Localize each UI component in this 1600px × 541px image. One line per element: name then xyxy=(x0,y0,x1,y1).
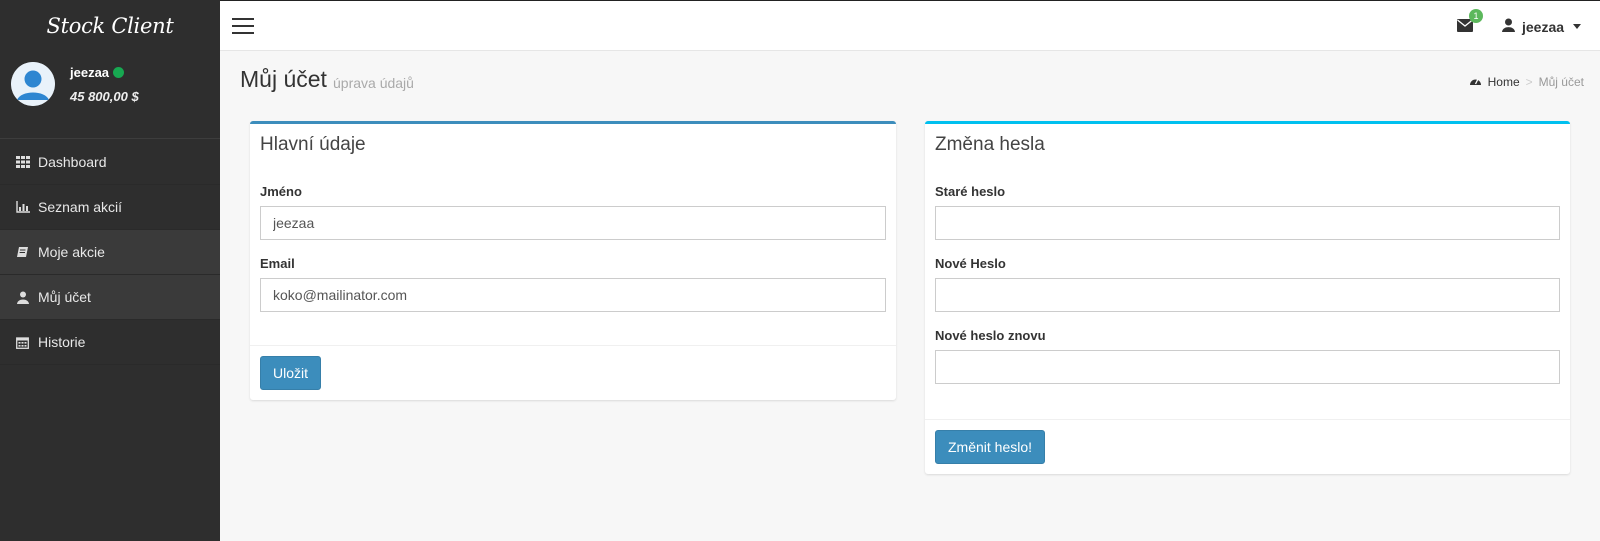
old-password-label: Staré heslo xyxy=(935,184,1006,199)
sidebar-item-my-account[interactable]: Můj účet xyxy=(0,275,220,320)
password-box-title: Změna hesla xyxy=(935,134,1045,155)
sidebar-item-label: Historie xyxy=(38,334,86,350)
email-label: Email xyxy=(260,256,295,271)
old-password-form-group: Staré heslo xyxy=(935,184,1560,240)
sidebar: Stock Client jeezaa 45 800,00 $ Dashboar… xyxy=(0,0,220,541)
online-status-icon xyxy=(113,67,125,78)
repeat-password-input[interactable] xyxy=(935,350,1560,384)
brand-logo[interactable]: Stock Client xyxy=(0,0,220,51)
old-password-input[interactable] xyxy=(935,206,1560,240)
breadcrumb-separator: > xyxy=(1525,75,1533,89)
sidebar-item-label: Moje akcie xyxy=(38,244,105,260)
bar-chart-icon xyxy=(15,200,30,214)
top-navbar: 1 jeezaa xyxy=(220,0,1600,51)
main-info-box-title: Hlavní údaje xyxy=(260,134,366,155)
user-name: jeezaa xyxy=(70,65,125,80)
new-password-form-group: Nové Heslo xyxy=(935,256,1560,312)
name-input[interactable] xyxy=(260,206,886,240)
sidebar-item-my-stocks[interactable]: Moje akcie xyxy=(0,230,220,275)
menu-toggle-icon[interactable] xyxy=(232,18,254,34)
user-icon xyxy=(1502,18,1515,35)
user-icon xyxy=(15,290,30,304)
new-password-input[interactable] xyxy=(935,278,1560,312)
email-input[interactable] xyxy=(260,278,886,312)
page-title: Můj účet xyxy=(240,66,327,92)
change-password-button[interactable]: Změnit heslo! xyxy=(935,430,1046,464)
calendar-icon xyxy=(15,335,30,349)
repeat-password-label: Nové heslo znovu xyxy=(935,328,1046,343)
chevron-down-icon xyxy=(1573,24,1582,29)
save-button[interactable]: Uložit xyxy=(260,356,322,390)
email-form-group: Email xyxy=(260,256,886,312)
avatar xyxy=(11,62,55,106)
breadcrumb: Home > Můj účet xyxy=(1469,75,1584,89)
name-label: Jméno xyxy=(260,184,302,199)
header-username: jeezaa xyxy=(1522,18,1565,35)
breadcrumb-current: Můj účet xyxy=(1538,75,1584,89)
repeat-password-form-group: Nové heslo znovu xyxy=(935,328,1560,384)
user-balance: 45 800,00 $ xyxy=(70,89,139,104)
new-password-label: Nové Heslo xyxy=(935,256,1006,271)
main-info-box: Hlavní údaje Jméno Email Uložit xyxy=(250,121,896,400)
breadcrumb-home-link[interactable]: Home xyxy=(1488,75,1520,89)
main-info-box-footer: Uložit xyxy=(250,345,896,400)
password-box: Změna hesla Staré heslo Nové Heslo Nové … xyxy=(925,121,1570,474)
sidebar-nav: Dashboard Seznam akcií Moje akcie Můj úč… xyxy=(0,140,220,365)
grid-icon xyxy=(15,155,30,169)
user-avatar-icon xyxy=(11,62,55,106)
sidebar-item-dashboard[interactable]: Dashboard xyxy=(0,140,220,185)
main-info-box-body: Jméno Email xyxy=(250,176,896,312)
password-box-body: Staré heslo Nové Heslo Nové heslo znovu xyxy=(925,176,1570,384)
sidebar-item-label: Můj účet xyxy=(38,289,91,305)
book-icon xyxy=(15,245,30,259)
sidebar-item-label: Seznam akcií xyxy=(38,199,123,215)
password-box-footer: Změnit heslo! xyxy=(925,419,1570,474)
sidebar-item-history[interactable]: Historie xyxy=(0,320,220,365)
user-menu-dropdown[interactable]: jeezaa xyxy=(1502,18,1582,35)
sidebar-item-label: Dashboard xyxy=(38,154,107,170)
dashboard-gauge-icon xyxy=(1469,75,1482,89)
page-subtitle: úprava údajů xyxy=(333,75,414,91)
mail-count-badge: 1 xyxy=(1469,9,1483,23)
name-form-group: Jméno xyxy=(260,184,886,240)
sidebar-username: jeezaa xyxy=(70,65,110,80)
sidebar-item-stock-list[interactable]: Seznam akcií xyxy=(0,185,220,230)
